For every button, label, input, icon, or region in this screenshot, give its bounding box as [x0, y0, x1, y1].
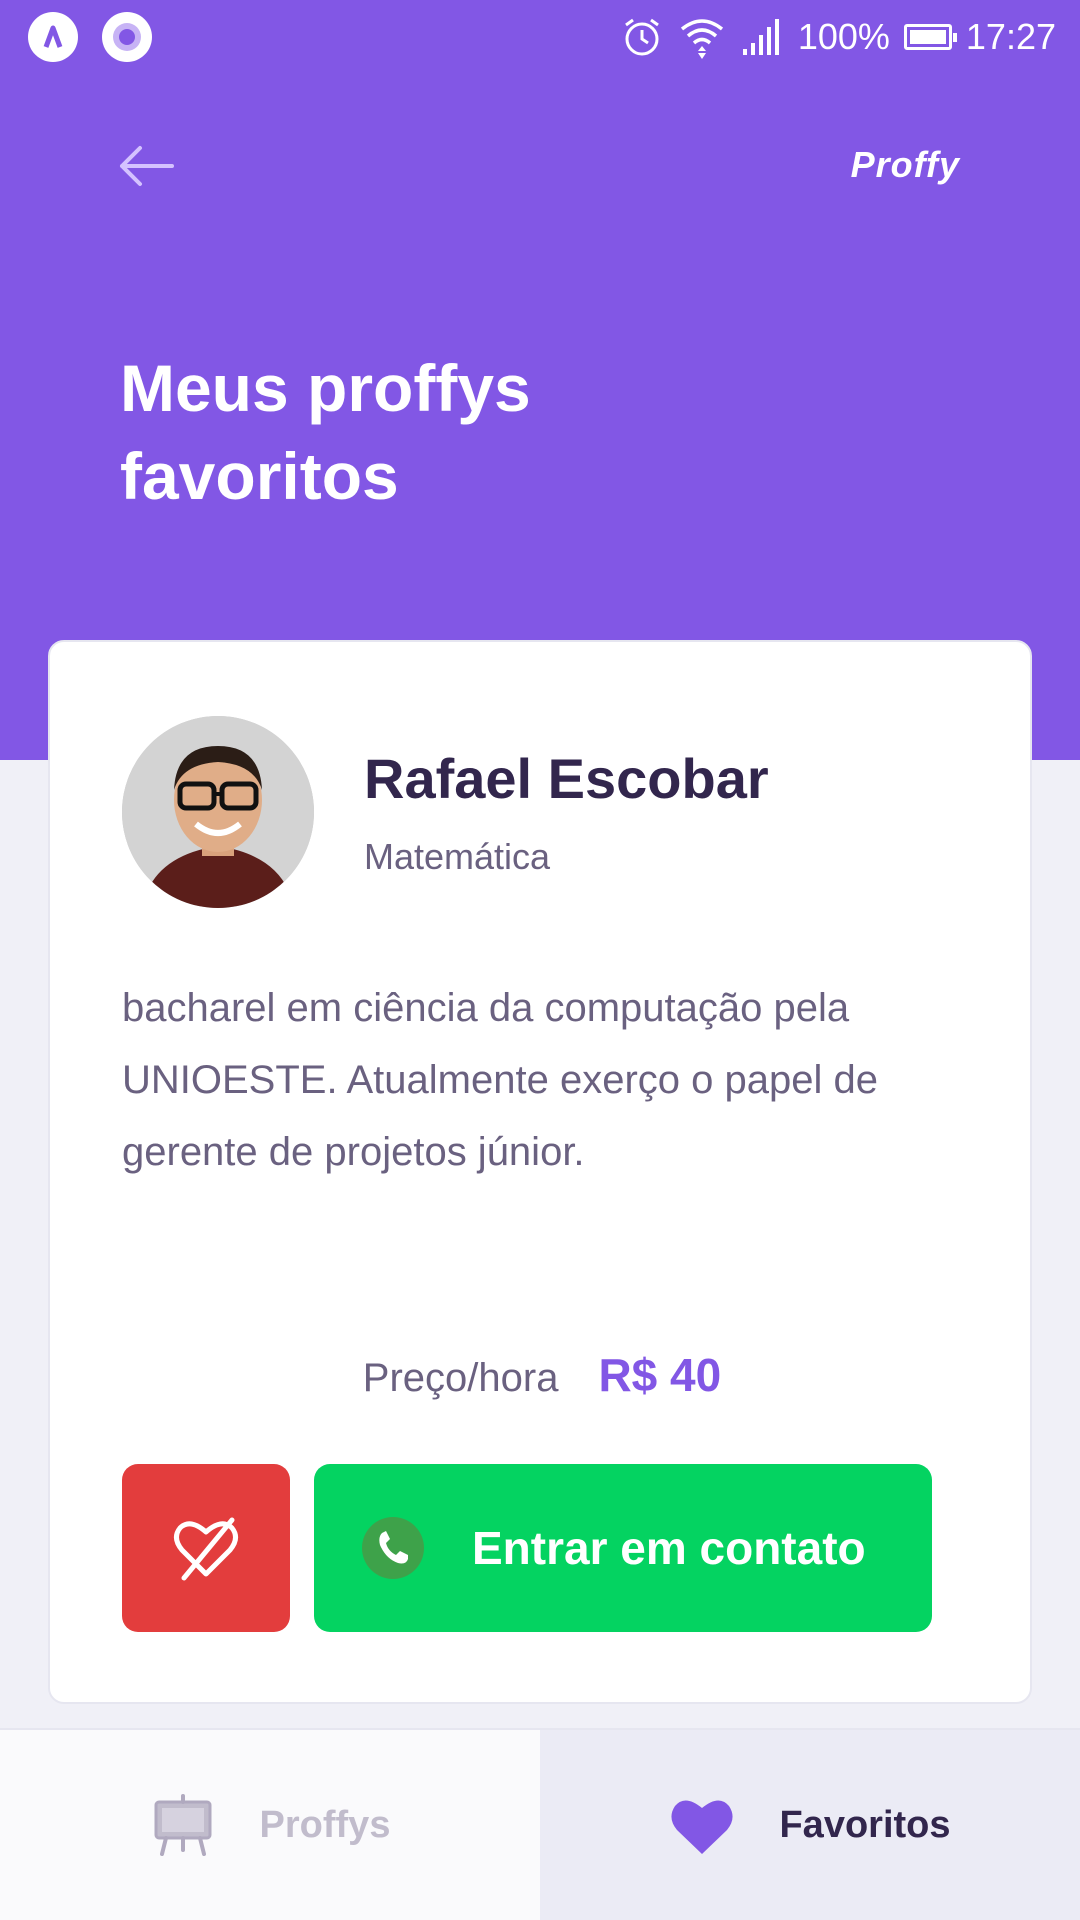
avatar — [122, 716, 314, 908]
battery-icon — [903, 24, 957, 50]
price-value: R$ 40 — [598, 1349, 722, 1401]
heart-icon — [671, 1800, 734, 1854]
signal-icon — [742, 19, 779, 55]
alarm-icon — [624, 18, 659, 56]
teacher-subject: Matemática — [364, 836, 551, 877]
whatsapp-icon — [362, 1517, 424, 1579]
battery-percent: 100% — [797, 16, 890, 57]
app-circle-icon — [102, 12, 152, 62]
price-label: Preço/hora — [362, 1356, 559, 1400]
status-bar: 100% 17:27 — [0, 0, 1080, 72]
contact-button-label: Entrar em contato — [472, 1522, 866, 1574]
teacher-name: Rafael Escobar — [364, 747, 769, 810]
teacher-bio: bacharel em ciência da computação pela U… — [122, 986, 878, 1174]
app-a-icon — [28, 12, 78, 62]
tab-favoritos-label: Favoritos — [779, 1803, 951, 1846]
tab-proffys-label: Proffys — [259, 1803, 391, 1846]
heart-outline-icon — [174, 1517, 238, 1581]
bottom-tab-bar: Proffys Favoritos — [0, 1728, 1080, 1920]
teacher-card: Rafael Escobar Matemática bacharel em ci… — [48, 640, 1032, 1704]
back-button[interactable] — [116, 144, 176, 188]
tab-proffys[interactable]: Proffys — [0, 1730, 540, 1920]
proffy-logo: Proffy — [850, 144, 960, 185]
wifi-icon — [680, 19, 723, 59]
page-title: Meus proffys favoritos — [120, 351, 531, 513]
clock: 17:27 — [965, 16, 1056, 57]
arrow-left-icon — [120, 146, 174, 186]
easel-icon — [154, 1794, 212, 1856]
unfavorite-button[interactable] — [122, 1464, 290, 1632]
tab-favoritos[interactable]: Favoritos — [540, 1730, 1080, 1920]
price-row: Preço/hora R$ 40 — [50, 1348, 1034, 1402]
contact-button[interactable]: Entrar em contato — [314, 1464, 932, 1632]
